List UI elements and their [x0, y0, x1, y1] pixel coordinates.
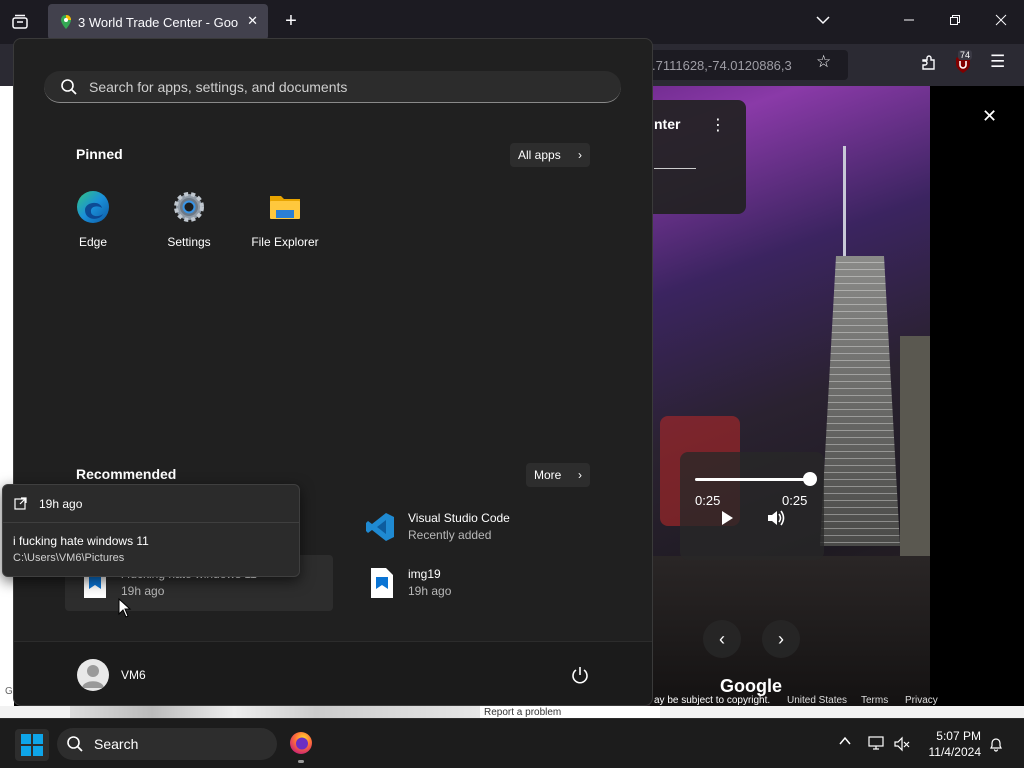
volume-muted-icon[interactable]: [894, 736, 910, 752]
mouse-cursor-icon: [118, 598, 132, 618]
next-arrow-icon[interactable]: ›: [762, 620, 800, 658]
more-label: More: [534, 468, 562, 482]
file-explorer-icon: [270, 196, 300, 219]
recommended-item-time: 19h ago: [408, 584, 452, 598]
clock-time[interactable]: 5:07 PM: [925, 729, 981, 743]
copyright-notice: ay be subject to copyright.: [654, 695, 771, 706]
page-left-edge: [0, 86, 14, 718]
tab-close-icon[interactable]: ✕: [247, 13, 258, 29]
close-window-button[interactable]: [986, 6, 1016, 36]
new-tab-button[interactable]: +: [280, 10, 302, 32]
clock-date[interactable]: 11/4/2024: [921, 745, 982, 759]
pinned-label: File Explorer: [251, 235, 319, 249]
close-icon: [995, 14, 1007, 26]
tab-list-icon: [12, 14, 28, 29]
all-apps-label: All apps: [518, 148, 561, 162]
recommended-item-vscode[interactable]: Visual Studio Code Recently added: [352, 499, 620, 555]
street-view-close-icon[interactable]: ✕: [982, 106, 997, 127]
network-icon[interactable]: [868, 736, 884, 750]
previous-arrow-icon[interactable]: ‹: [703, 620, 741, 658]
pinned-heading: Pinned: [76, 146, 123, 162]
terms-link[interactable]: Terms: [861, 695, 888, 706]
recommended-heading: Recommended: [76, 466, 177, 482]
time-total: 0:25: [782, 493, 808, 508]
start-menu-footer: [14, 641, 652, 705]
chevron-right-icon: ›: [578, 468, 582, 482]
settings-icon: [174, 192, 204, 222]
tooltip-time: 19h ago: [39, 497, 83, 511]
card-divider: [654, 168, 696, 169]
minimize-icon: [904, 19, 914, 21]
all-apps-button[interactable]: All apps ›: [510, 143, 590, 167]
sv-tower-windows: [820, 256, 900, 546]
power-icon[interactable]: [570, 665, 590, 685]
tab-title: 3 World Trade Center - Google Maps: [78, 15, 238, 30]
tab-overflow-chevron-icon[interactable]: [816, 12, 830, 28]
taskbar-search-label[interactable]: Search: [94, 736, 138, 752]
recommended-item-sub: Recently added: [408, 528, 492, 542]
browser-tab-active[interactable]: 3 World Trade Center - Google Maps ✕: [48, 4, 268, 40]
google-maps-favicon-icon: [61, 15, 71, 29]
tab-list-button[interactable]: [8, 10, 32, 34]
sv-spire: [843, 146, 846, 256]
windows-logo-icon: [21, 734, 43, 756]
bookmark-star-icon[interactable]: ☆: [816, 52, 831, 72]
play-icon[interactable]: [720, 510, 734, 526]
open-external-icon: [14, 497, 27, 510]
time-elapsed: 0:25: [695, 493, 721, 508]
running-indicator: [298, 760, 304, 763]
tooltip-divider: [3, 522, 299, 523]
page-edge-text: G: [5, 686, 13, 697]
start-button[interactable]: [15, 729, 49, 761]
restore-button[interactable]: [940, 6, 970, 36]
recommended-item-name: Visual Studio Code: [408, 511, 510, 525]
pinned-label: Edge: [78, 235, 108, 249]
location-card-title[interactable]: nter: [654, 116, 680, 132]
street-view-side-panel: [930, 86, 1024, 706]
ublock-count-badge: 74: [958, 50, 973, 60]
more-vert-icon[interactable]: ⋮: [710, 115, 726, 135]
user-name[interactable]: VM6: [121, 668, 146, 682]
notification-bell-icon[interactable]: [988, 736, 1004, 752]
seek-bar[interactable]: [695, 478, 810, 481]
chevron-right-icon: ›: [578, 148, 582, 162]
hamburger-menu-icon[interactable]: ☰: [990, 52, 1005, 72]
vscode-icon: [366, 513, 394, 541]
pinned-app-edge[interactable]: Edge: [48, 190, 138, 249]
google-logo: Google: [720, 676, 782, 696]
user-avatar-icon: [82, 665, 104, 688]
start-search-placeholder[interactable]: Search for apps, settings, and documents: [89, 79, 347, 95]
recommended-item-name: img19: [408, 567, 441, 581]
volume-icon[interactable]: [766, 508, 786, 528]
tooltip-file-path: C:\Users\VM6\Pictures: [13, 552, 125, 564]
region-link[interactable]: United States: [787, 695, 847, 706]
report-problem-link[interactable]: Report a problem: [484, 707, 561, 718]
show-hidden-icons-chevron-icon[interactable]: [838, 734, 852, 748]
image-file-icon: [371, 568, 393, 598]
more-button[interactable]: More ›: [526, 463, 590, 487]
search-icon: [61, 79, 77, 95]
recommended-item-time: 19h ago: [121, 584, 165, 598]
search-icon: [67, 736, 83, 752]
taskbar-search-box[interactable]: [57, 728, 277, 760]
recommended-item-img19[interactable]: img19 19h ago: [352, 555, 620, 611]
privacy-link[interactable]: Privacy: [905, 695, 938, 706]
pinned-app-settings[interactable]: Settings: [144, 190, 234, 249]
firefox-icon[interactable]: [289, 731, 313, 755]
restore-icon: [950, 15, 960, 25]
seek-knob[interactable]: [803, 472, 817, 486]
user-avatar[interactable]: [77, 659, 109, 691]
url-text[interactable]: .7111628,-74.0120886,3: [652, 58, 792, 73]
pinned-label: Settings: [167, 235, 211, 249]
extensions-puzzle-icon[interactable]: [920, 54, 938, 72]
pinned-app-file-explorer[interactable]: File Explorer: [240, 190, 330, 249]
tooltip-file-name: i fucking hate windows 11: [13, 534, 149, 548]
minimize-button[interactable]: [894, 6, 924, 36]
edge-icon: [77, 191, 109, 223]
